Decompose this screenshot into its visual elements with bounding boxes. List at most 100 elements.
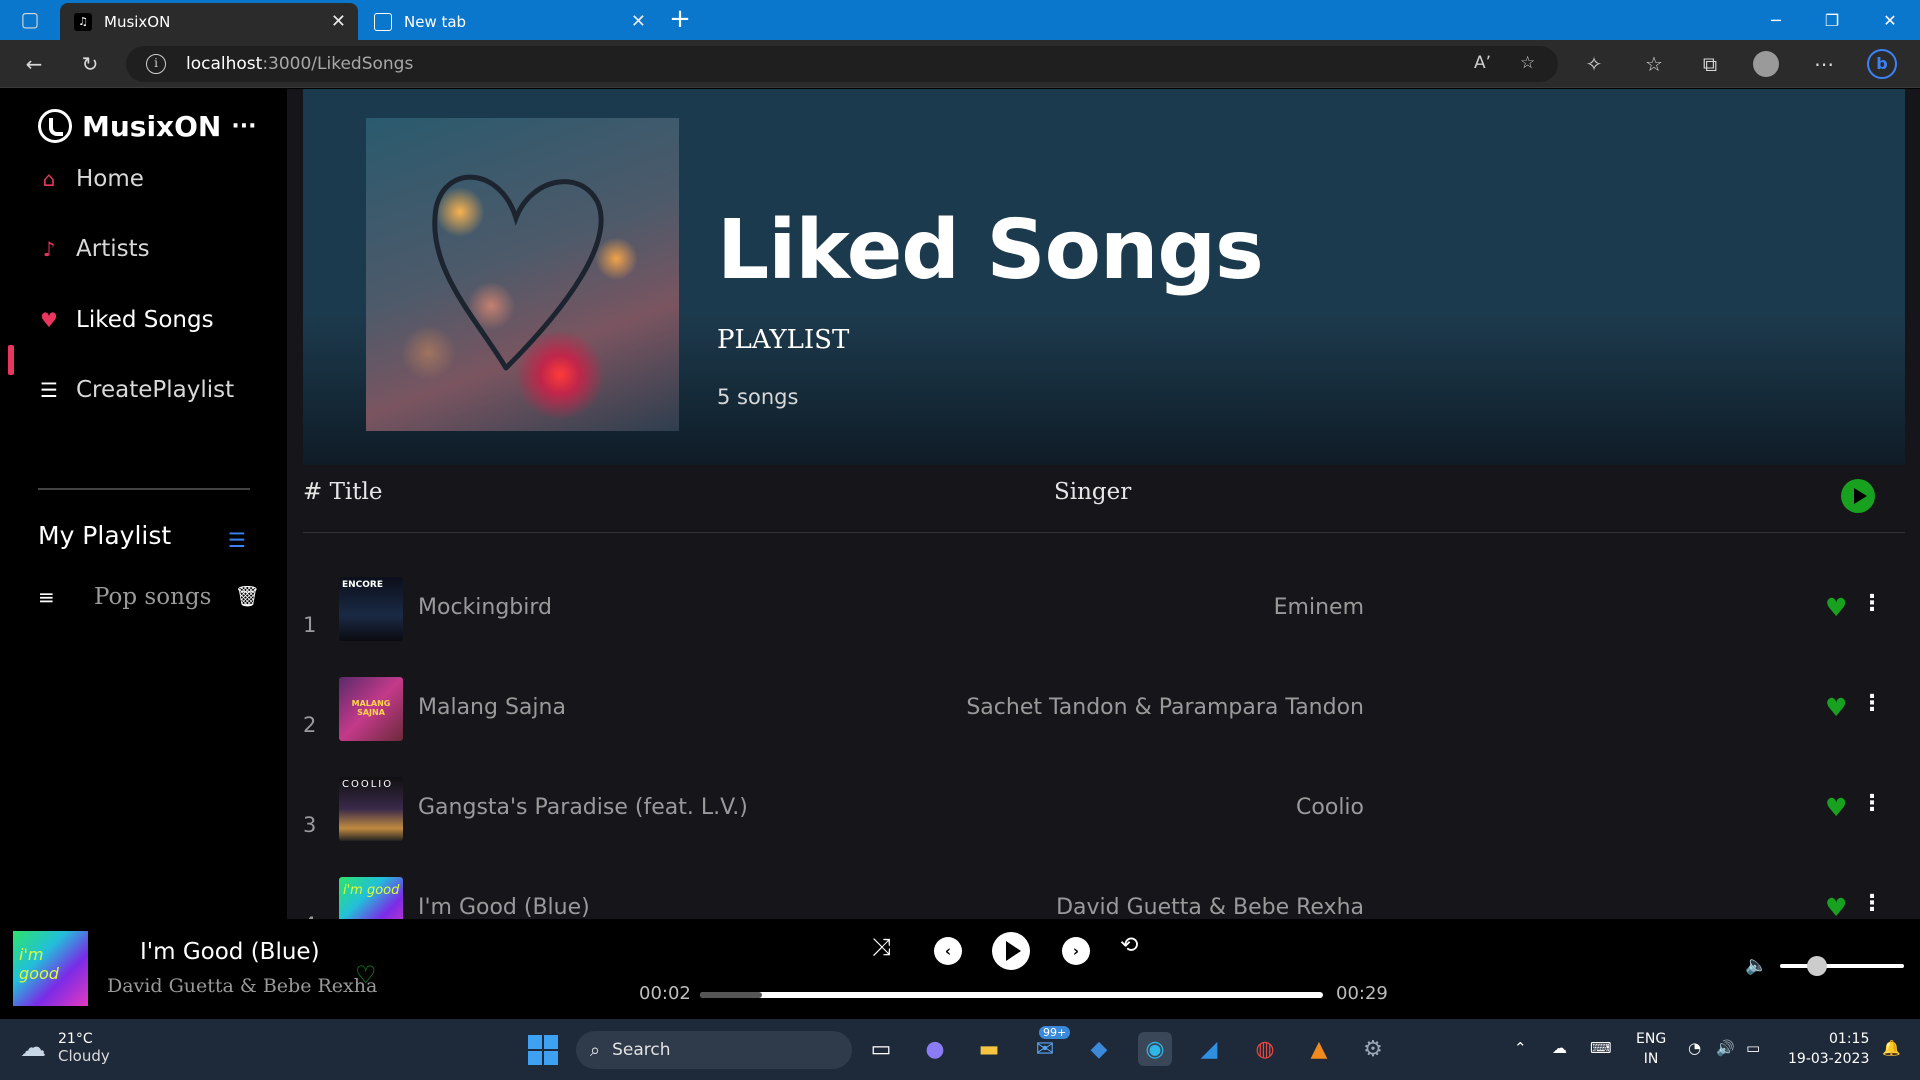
song-title[interactable]: Gangsta's Paradise (feat. L.V.) <box>418 795 748 820</box>
nav-label: Liked Songs <box>76 307 214 333</box>
url-text[interactable]: localhost:3000/LikedSongs <box>186 54 413 74</box>
dropbox-icon[interactable]: ◆ <box>1082 1032 1116 1066</box>
list-icon[interactable]: ☰ <box>228 528 246 552</box>
player-bar: i'm good I'm Good (Blue) David Guetta & … <box>0 919 1920 1019</box>
clock[interactable]: 01:15 19-03-2023 <box>1788 1029 1869 1069</box>
playlist-item[interactable]: ≡ Pop songs 🗑 <box>38 579 260 615</box>
close-window-icon[interactable]: ✕ <box>1862 0 1918 40</box>
song-title[interactable]: Mockingbird <box>418 595 552 620</box>
volume-knob[interactable] <box>1807 956 1828 976</box>
restore-icon[interactable]: ❐ <box>1804 0 1860 40</box>
nav-home[interactable]: ⌂ Home <box>38 166 144 192</box>
more-menu-icon[interactable]: ⋯ <box>1808 49 1840 79</box>
file-explorer-icon[interactable]: ▬ <box>972 1032 1006 1066</box>
vlc-icon[interactable]: ▲ <box>1302 1032 1336 1066</box>
browser-title-bar: ▢ ♫ MusixON ✕ New tab ✕ + ─ ❐ ✕ <box>0 0 1920 40</box>
logo-menu-icon[interactable]: ··· <box>231 114 256 139</box>
nav-liked-songs[interactable]: ♥ Liked Songs <box>38 307 214 333</box>
tab-musixon[interactable]: ♫ MusixON ✕ <box>60 3 358 40</box>
album-art: ENCORE <box>339 577 403 641</box>
close-tab-icon[interactable]: ✕ <box>331 11 346 32</box>
nav-create-playlist[interactable]: ☰ CreatePlaylist <box>38 377 234 403</box>
bing-icon[interactable]: b <box>1866 49 1898 79</box>
weather-widget[interactable]: ☁ 21°C Cloudy <box>20 1031 110 1065</box>
tab-actions-icon[interactable]: ▢ <box>14 4 46 34</box>
liked-heart-icon[interactable]: ♥ <box>1825 893 1847 919</box>
wifi-icon[interactable]: ◔ <box>1688 1039 1701 1057</box>
repeat-icon[interactable]: ⟲ <box>1120 933 1138 958</box>
home-icon: ⌂ <box>42 167 56 191</box>
liked-heart-icon[interactable]: ♥ <box>1825 693 1847 722</box>
new-tab-button[interactable]: + <box>664 4 696 34</box>
progress-bar[interactable] <box>700 992 1323 998</box>
more-options-icon[interactable]: ⋮ <box>1861 891 1883 916</box>
next-button[interactable]: › <box>1062 937 1090 965</box>
taskbar-search[interactable]: ⌕ Search <box>576 1031 852 1069</box>
play-button[interactable] <box>992 932 1030 970</box>
table-row[interactable]: 3 COOLIO Gangsta's Paradise (feat. L.V.)… <box>303 777 1905 857</box>
temperature: 21°C <box>58 1031 93 1047</box>
site-info-icon[interactable]: i <box>146 54 166 74</box>
my-playlist-heading: My Playlist <box>38 521 172 550</box>
like-heart-icon[interactable]: ♡ <box>355 961 377 989</box>
liked-heart-icon[interactable]: ♥ <box>1825 593 1847 622</box>
more-options-icon[interactable]: ⋮ <box>1861 791 1883 816</box>
read-aloud-icon[interactable]: Aʼ <box>1474 53 1491 73</box>
previous-button[interactable]: ‹ <box>934 937 962 965</box>
extensions-icon[interactable]: ✧ <box>1578 49 1610 79</box>
shuffle-icon[interactable]: ⤨ <box>872 933 891 961</box>
liked-heart-icon[interactable]: ♥ <box>1825 793 1847 822</box>
nav-label: Home <box>76 166 144 192</box>
row-index: 3 <box>303 813 317 837</box>
musixon-favicon-icon: ♫ <box>74 12 92 31</box>
battery-icon[interactable]: ▭ <box>1746 1039 1760 1057</box>
logo[interactable]: MusixON ··· <box>38 109 256 143</box>
collections-icon[interactable]: ⧉ <box>1694 49 1726 79</box>
play-all-button[interactable] <box>1841 479 1875 513</box>
language-indicator[interactable]: ENG IN <box>1636 1029 1666 1069</box>
settings-gear-icon[interactable]: ⚙ <box>1356 1032 1390 1066</box>
table-row[interactable]: 2 MALANG SAJNA Malang Sajna Sachet Tando… <box>303 677 1905 757</box>
volume-icon[interactable]: 🔈 <box>1745 955 1767 976</box>
chrome-icon[interactable]: ◍ <box>1248 1032 1282 1066</box>
refresh-icon[interactable]: ↻ <box>74 49 106 79</box>
song-table-header: # Title Singer <box>303 479 1905 533</box>
favorite-add-icon[interactable]: ☆ <box>1520 53 1535 73</box>
minimize-icon[interactable]: ─ <box>1748 0 1804 40</box>
notifications-icon[interactable]: 🔔 <box>1882 1039 1901 1057</box>
tab-new-tab[interactable]: New tab ✕ <box>360 3 658 40</box>
more-options-icon[interactable]: ⋮ <box>1861 591 1883 616</box>
close-tab-icon[interactable]: ✕ <box>631 11 646 32</box>
profile-avatar[interactable] <box>1750 49 1782 79</box>
volume-slider[interactable] <box>1780 956 1904 976</box>
title-column-header: # Title <box>303 479 383 505</box>
duration-time: 00:29 <box>1336 983 1388 1004</box>
musixon-app: MusixON ··· ⌂ Home ♪ Artists ♥ Liked Son… <box>0 89 1920 1019</box>
nav-artists[interactable]: ♪ Artists <box>38 236 150 262</box>
edge-icon[interactable]: ◉ <box>1138 1032 1172 1066</box>
queue-music-icon: ≡ <box>38 585 55 609</box>
table-row[interactable]: 1 ENCORE Mockingbird Eminem ♥ ⋮ <box>303 577 1905 657</box>
teams-chat-icon[interactable]: ● <box>918 1032 952 1066</box>
tab-label: New tab <box>404 12 467 31</box>
song-title[interactable]: I'm Good (Blue) <box>418 895 590 919</box>
onedrive-icon[interactable]: ☁ <box>1552 1039 1567 1057</box>
task-view-icon[interactable]: ▭ <box>864 1032 898 1066</box>
back-icon[interactable]: ← <box>18 49 50 79</box>
vscode-icon[interactable]: ◢ <box>1192 1032 1226 1066</box>
keyboard-icon[interactable]: ⌨ <box>1590 1039 1612 1057</box>
song-title[interactable]: Malang Sajna <box>418 695 566 720</box>
table-row[interactable]: 4 i'm good I'm Good (Blue) David Guetta … <box>303 877 1905 919</box>
tray-overflow-icon[interactable]: ⌃ <box>1514 1039 1527 1057</box>
more-options-icon[interactable]: ⋮ <box>1861 691 1883 716</box>
start-button[interactable] <box>528 1035 558 1065</box>
search-icon: ⌕ <box>590 1039 601 1061</box>
delete-icon[interactable]: 🗑 <box>235 584 260 608</box>
address-bar[interactable]: i localhost:3000/LikedSongs Aʼ ☆ <box>126 46 1558 82</box>
browser-toolbar: ← ↻ i localhost:3000/LikedSongs Aʼ ☆ ✧ ☆… <box>0 40 1920 88</box>
speaker-icon[interactable]: 🔊 <box>1716 1039 1735 1057</box>
mail-badge: 99+ <box>1039 1026 1071 1039</box>
heart-icon: ♥ <box>40 308 58 332</box>
favorites-icon[interactable]: ☆ <box>1638 49 1670 79</box>
song-count: 5 songs <box>717 385 799 409</box>
